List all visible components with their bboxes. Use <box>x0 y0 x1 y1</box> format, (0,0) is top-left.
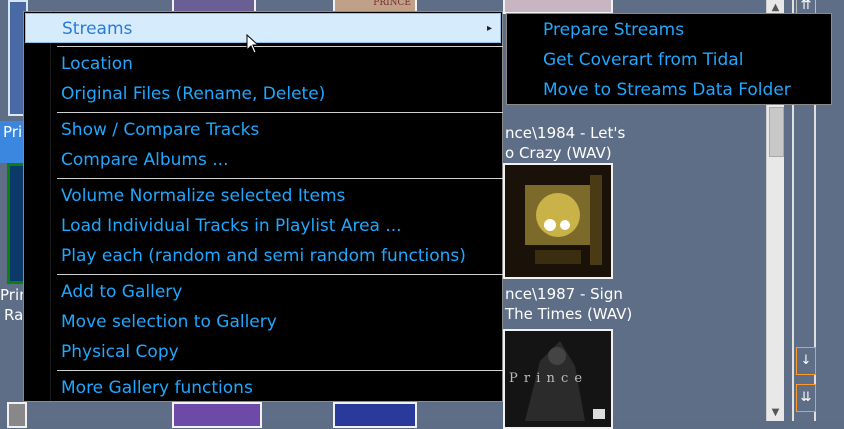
scroll-down-arrow-icon[interactable]: ▼ <box>767 405 784 421</box>
menu-item-label: Show / Compare Tracks <box>61 120 260 140</box>
menu-item-location[interactable]: Location <box>25 49 501 79</box>
submenu-item-move-streams[interactable]: Move to Streams Data Folder <box>507 75 831 105</box>
streams-submenu: Prepare Streams Get Coverart from Tidal … <box>506 13 832 105</box>
menu-separator <box>57 112 503 113</box>
menu-item-label: Volume Normalize selected Items <box>61 186 346 206</box>
mouse-cursor-icon <box>246 34 260 54</box>
submenu-item-prepare-streams[interactable]: Prepare Streams <box>507 15 831 45</box>
album-caption: The Times (WAV) <box>505 305 633 323</box>
album-tile[interactable] <box>7 402 27 428</box>
menu-item-label: Play each (random and semi random functi… <box>61 246 466 266</box>
menu-item-label: Physical Copy <box>61 342 179 362</box>
album-caption: Pri <box>3 123 23 141</box>
album-caption: nce\1987 - Sign <box>505 285 623 303</box>
album-caption: nce\1984 - Let's <box>505 124 626 142</box>
menu-item-label: More Gallery functions <box>61 378 253 398</box>
scroll-bottom-button[interactable]: ⇊ <box>796 384 816 412</box>
context-menu: Streams ▸ Location Original Files (Renam… <box>23 11 503 402</box>
menu-item-move-to-gallery[interactable]: Move selection to Gallery <box>25 307 501 337</box>
submenu-arrow-icon: ▸ <box>486 23 492 34</box>
menu-item-compare-albums[interactable]: Compare Albums ... <box>25 145 501 175</box>
menu-item-original-files[interactable]: Original Files (Rename, Delete) <box>25 79 501 109</box>
submenu-item-get-coverart[interactable]: Get Coverart from Tidal <box>507 45 831 75</box>
menu-separator <box>57 274 503 275</box>
menu-item-more-gallery[interactable]: More Gallery functions <box>25 373 501 403</box>
menu-item-streams[interactable]: Streams ▸ <box>25 13 501 43</box>
album-tile[interactable] <box>333 402 417 428</box>
menu-separator <box>57 46 503 47</box>
menu-separator <box>57 370 503 371</box>
album-caption: Ra <box>4 306 24 324</box>
album-text: PRINCE <box>373 0 411 8</box>
album-tile[interactable] <box>503 163 613 279</box>
menu-item-label: Original Files (Rename, Delete) <box>61 84 326 104</box>
scroll-down-button[interactable]: ↓ <box>796 347 816 375</box>
album-caption: o Crazy (WAV) <box>505 144 612 162</box>
scrollbar-thumb[interactable] <box>769 107 784 157</box>
menu-item-label: Move selection to Gallery <box>61 312 277 332</box>
submenu-item-label: Get Coverart from Tidal <box>543 50 744 70</box>
menu-item-physical-copy[interactable]: Physical Copy <box>25 337 501 367</box>
menu-item-label: Add to Gallery <box>61 282 183 302</box>
submenu-item-label: Prepare Streams <box>543 20 685 40</box>
album-tile[interactable]: P r i n c e <box>503 329 613 429</box>
menu-item-label: Load Individual Tracks in Playlist Area … <box>61 216 402 236</box>
album-tile[interactable] <box>172 402 262 428</box>
album-text: P r i n c e <box>509 371 584 386</box>
menu-separator <box>57 178 503 179</box>
submenu-item-label: Move to Streams Data Folder <box>543 80 791 100</box>
album-tile[interactable] <box>503 0 613 14</box>
menu-item-show-compare-tracks[interactable]: Show / Compare Tracks <box>25 115 501 145</box>
menu-item-play-each[interactable]: Play each (random and semi random functi… <box>25 241 501 271</box>
menu-item-label: Compare Albums ... <box>61 150 229 170</box>
menu-item-load-tracks[interactable]: Load Individual Tracks in Playlist Area … <box>25 211 501 241</box>
menu-item-volume-normalize[interactable]: Volume Normalize selected Items <box>25 181 501 211</box>
album-art <box>505 165 611 277</box>
menu-item-label: Location <box>61 54 133 74</box>
menu-item-label: Streams <box>62 19 133 39</box>
menu-item-add-to-gallery[interactable]: Add to Gallery <box>25 277 501 307</box>
